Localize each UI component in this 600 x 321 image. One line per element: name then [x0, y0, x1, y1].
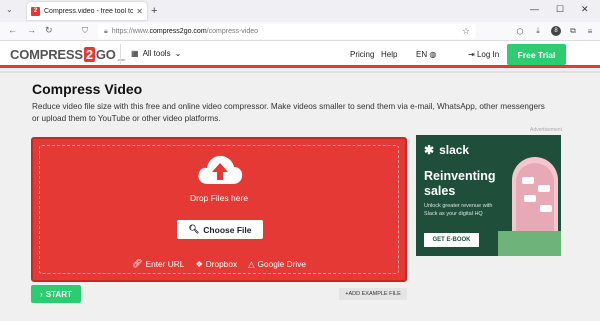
enter-url-label: Enter URL: [145, 258, 185, 269]
dropbox-label: Dropbox: [205, 258, 238, 269]
slack-advertisement[interactable]: ✱ slack Reinventing sales Unlock greater…: [416, 135, 561, 256]
address-bar[interactable]: 🔒︎ https://www. compress2go.com/compress-…: [98, 24, 476, 39]
google-drive-link[interactable]: △ Google Drive: [248, 258, 306, 269]
ad-subtext: Unlock greater revenue with Slack as you…: [424, 203, 493, 217]
page-info-icon[interactable]: 🔒︎: [104, 28, 108, 36]
grid-icon: ▦: [131, 49, 139, 58]
globe-icon: ◍: [429, 50, 437, 59]
all-tools-label: All tools: [142, 49, 171, 58]
add-example-file-button[interactable]: + ADD EXAMPLE FILE: [339, 288, 407, 300]
choose-file-label: Choose File: [203, 224, 252, 235]
new-tab-button[interactable]: +: [151, 5, 157, 17]
tab-close-icon[interactable]: ✕: [136, 7, 143, 16]
add-example-label: ADD EXAMPLE FILE: [348, 291, 401, 297]
extensions-icon[interactable]: ⧉: [568, 26, 578, 36]
all-tools-menu[interactable]: ▦ All tools ⌄: [131, 49, 181, 58]
login-label: Log In: [476, 50, 500, 59]
tab-list-icon[interactable]: ⌄: [6, 5, 13, 14]
login-icon: ⇥: [468, 50, 475, 59]
url-path: /compress-video: [206, 28, 259, 35]
slack-icon: ✱: [424, 143, 435, 157]
page-description: Reduce video file size with this free an…: [32, 102, 545, 123]
pocket-icon[interactable]: ⬡: [515, 26, 525, 36]
get-ebook-button[interactable]: GET E-BOOK: [424, 233, 479, 247]
site-logo[interactable]: COMPRESS2GO.com: [10, 47, 125, 62]
shield-icon[interactable]: ⛉: [82, 26, 88, 36]
drop-files-label: Drop Files here: [189, 193, 249, 203]
ad-brand: slack: [439, 143, 470, 157]
menu-icon[interactable]: ≡: [585, 26, 595, 36]
dropbox-icon: ❖: [195, 258, 203, 269]
close-window-button[interactable]: ✕: [581, 4, 589, 15]
chevron-right-icon: ›: [40, 289, 43, 299]
chevron-down-icon: ⌄: [174, 49, 182, 58]
link-icon: 🔗︎: [132, 258, 143, 268]
browser-tab[interactable]: 2 Compress.video - free tool to c ✕: [27, 2, 147, 20]
navigation-bar: ← → ↻ ⛉ 🔒︎ https://www. compress2go.com/c…: [0, 22, 600, 41]
back-icon[interactable]: ←: [8, 25, 17, 35]
slack-logo: ✱ slack: [424, 143, 469, 157]
language-label: EN: [416, 50, 428, 59]
logo-2: 2: [83, 47, 95, 62]
ad-headline-line1: Reinventing: [424, 169, 496, 183]
file-drop-zone[interactable]: Drop Files here 🔍︎ Choose File 🔗︎ Enter U…: [31, 137, 407, 282]
logo-go: GO: [95, 47, 116, 62]
help-link[interactable]: Help: [381, 50, 397, 59]
maximize-button[interactable]: ☐: [556, 4, 564, 15]
chat-bubble-icon: [524, 195, 536, 202]
start-button[interactable]: › START: [31, 285, 81, 303]
ad-headline-line2: sales: [424, 183, 456, 198]
google-drive-label: Google Drive: [257, 258, 306, 269]
language-selector[interactable]: EN ◍: [416, 50, 436, 59]
chat-bubble-icon: [540, 205, 552, 212]
page-title: Compress Video: [32, 81, 143, 97]
upload-sources: 🔗︎ Enter URL ❖ Dropbox △ Google Drive: [33, 258, 405, 269]
site-header: COMPRESS2GO.com ▦ All tools ⌄ Pricing He…: [0, 41, 600, 68]
tab-title: Compress.video - free tool to c: [44, 7, 134, 15]
logo-compress: COMPRESS: [10, 47, 83, 62]
chat-bubble-icon: [522, 177, 534, 184]
url-prefix: https://www.: [111, 28, 150, 35]
cloud-upload-icon: [198, 155, 243, 184]
bookmark-star-icon[interactable]: ☆: [462, 26, 470, 37]
ad-illustration-floor: [498, 231, 561, 256]
url-domain: compress2go.com: [149, 28, 207, 35]
chat-bubble-icon: [538, 185, 550, 192]
minimize-button[interactable]: —: [530, 4, 539, 14]
tab-bar: ⌄ 2 Compress.video - free tool to c ✕ + …: [0, 0, 600, 22]
ad-label: Advertisement: [530, 127, 562, 133]
reload-icon[interactable]: ↻: [45, 25, 53, 36]
forward-icon[interactable]: →: [27, 25, 36, 35]
ad-headline: Reinventing sales: [424, 169, 496, 198]
search-icon: 🔍︎: [188, 224, 200, 234]
downloads-icon[interactable]: ⤓: [533, 26, 543, 36]
login-link[interactable]: ⇥ Log In: [468, 50, 499, 59]
pricing-link[interactable]: Pricing: [350, 50, 374, 59]
dropbox-link[interactable]: ❖ Dropbox: [195, 258, 237, 269]
choose-file-button[interactable]: 🔍︎ Choose File: [177, 220, 263, 239]
google-drive-icon: △: [248, 258, 255, 269]
free-trial-button[interactable]: Free Trial: [507, 44, 566, 65]
favicon-icon: 2: [31, 6, 40, 16]
start-label: START: [45, 289, 72, 299]
enter-url-link[interactable]: 🔗︎ Enter URL: [132, 258, 184, 269]
account-icon[interactable]: 8: [551, 26, 561, 36]
header-divider: [120, 44, 121, 64]
